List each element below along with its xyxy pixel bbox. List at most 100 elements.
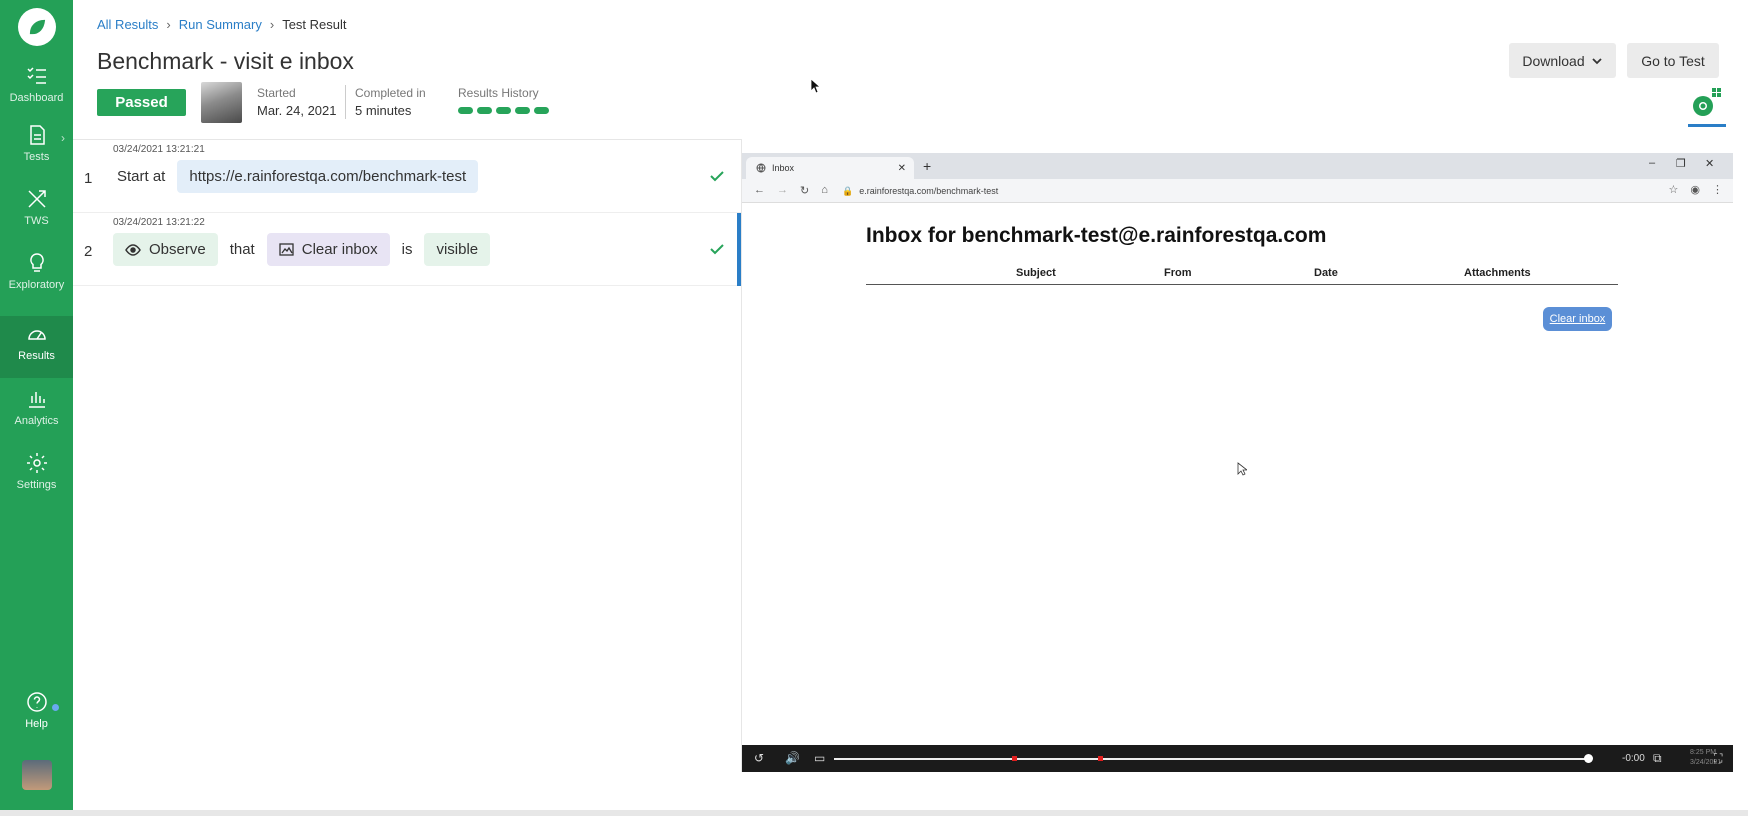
browser-tab[interactable]: Inbox ✕ <box>746 157 914 179</box>
volume-icon[interactable]: 🔊 <box>785 751 800 765</box>
divider <box>0 810 1748 816</box>
history-run-pass[interactable] <box>534 107 549 114</box>
home-icon[interactable]: ⌂ <box>821 184 828 197</box>
sidebar: Dashboard Tests › TWS Exploratory Result… <box>0 0 73 816</box>
rainforest-logo-icon[interactable] <box>18 8 56 46</box>
started-value: Mar. 24, 2021 <box>257 103 337 118</box>
mouse-cursor-icon <box>1237 462 1247 476</box>
sidebar-item-label: Settings <box>16 479 57 491</box>
step-element-label: Clear inbox <box>301 241 378 258</box>
help-button[interactable]: Help <box>0 690 73 740</box>
breadcrumb-all-results[interactable]: All Results <box>97 17 158 32</box>
step-number: 2 <box>84 243 93 260</box>
started-label: Started <box>257 86 296 100</box>
video-player[interactable]: Inbox ✕ + – ❐ ✕ ← → ↻ ⌂ 🔒 e.rainforestqa… <box>741 139 1733 772</box>
status-badge: Passed <box>97 89 186 116</box>
history-run-pass[interactable] <box>515 107 530 114</box>
menu-icon[interactable]: ⋮ <box>1712 183 1723 196</box>
step-timestamp: 03/24/2021 13:21:21 <box>113 144 205 155</box>
breadcrumb-separator: › <box>269 17 275 32</box>
results-history-label: Results History <box>458 86 539 100</box>
step-state-chip[interactable]: visible <box>424 233 491 266</box>
divider <box>345 85 346 119</box>
step-action-chip[interactable]: Observe <box>113 233 218 266</box>
steps-list: 03/24/2021 13:21:21 1 Start at https://e… <box>73 139 741 809</box>
sidebar-item-tws[interactable]: TWS <box>0 181 73 243</box>
time-remaining: -0:00 <box>1622 753 1645 764</box>
document-icon <box>29 125 45 145</box>
breadcrumb-run-summary[interactable]: Run Summary <box>179 17 262 32</box>
page-title: Benchmark - visit e inbox <box>97 48 354 74</box>
step-number: 1 <box>84 170 93 187</box>
star-icon[interactable]: ☆ <box>1669 183 1679 196</box>
url-field[interactable]: 🔒 e.rainforestqa.com/benchmark-test <box>842 183 1682 199</box>
browser-tab-indicator <box>1688 124 1726 127</box>
breadcrumb-current: Test Result <box>282 17 347 32</box>
step-action-label: Observe <box>149 241 206 258</box>
sidebar-item-exploratory[interactable]: Exploratory <box>0 245 73 307</box>
user-avatar[interactable] <box>22 760 52 790</box>
new-tab-icon[interactable]: + <box>923 158 931 174</box>
step-marker[interactable] <box>1012 756 1017 761</box>
sidebar-item-tests[interactable]: Tests › <box>0 117 73 179</box>
picture-in-picture-icon[interactable]: ⧉ <box>1653 751 1662 766</box>
step-url-chip[interactable]: https://e.rainforestqa.com/benchmark-tes… <box>177 160 479 193</box>
completed-label: Completed in <box>355 86 426 100</box>
globe-icon <box>756 163 766 173</box>
browser-address-bar: ← → ↻ ⌂ 🔒 e.rainforestqa.com/benchmark-t… <box>742 179 1733 203</box>
step-row[interactable]: 03/24/2021 13:21:22 2 Observe that Clear… <box>73 213 741 286</box>
sidebar-item-dashboard[interactable]: Dashboard <box>0 58 73 120</box>
clear-inbox-button[interactable]: Clear inbox <box>1543 307 1612 331</box>
step-row[interactable]: 03/24/2021 13:21:21 1 Start at https://e… <box>73 140 741 213</box>
checklist-icon <box>26 67 46 84</box>
step-marker[interactable] <box>1098 756 1103 761</box>
column-date: Date <box>1314 267 1338 279</box>
column-attachments: Attachments <box>1464 267 1531 279</box>
help-icon <box>26 692 47 712</box>
chevron-right-icon[interactable]: › <box>61 131 65 145</box>
close-icon[interactable]: ✕ <box>898 163 906 174</box>
reload-icon[interactable]: ↻ <box>800 184 809 197</box>
progress-knob[interactable] <box>1584 754 1593 763</box>
image-icon <box>279 243 294 256</box>
history-run-pass[interactable] <box>458 107 473 114</box>
close-window-icon[interactable]: ✕ <box>1705 157 1714 170</box>
sidebar-item-label: Exploratory <box>8 279 65 291</box>
replay-icon[interactable]: ↺ <box>754 751 764 765</box>
inbox-heading: Inbox for benchmark-test@e.rainforestqa.… <box>866 224 1327 247</box>
chrome-windows-icon[interactable] <box>1690 88 1721 118</box>
step-element-chip[interactable]: Clear inbox <box>266 233 390 266</box>
bar-chart-icon <box>28 392 45 408</box>
column-from: From <box>1164 267 1192 279</box>
sidebar-item-label: Analytics <box>14 415 59 427</box>
download-label: Download <box>1522 52 1585 69</box>
gear-icon <box>26 453 47 473</box>
sidebar-item-results[interactable]: Results <box>0 316 73 378</box>
eye-icon <box>125 243 141 256</box>
chevron-down-icon <box>1591 57 1602 64</box>
go-to-test-button[interactable]: Go to Test <box>1627 43 1719 78</box>
step-connector: that <box>229 241 255 258</box>
lock-icon: 🔒 <box>842 185 854 196</box>
profile-icon[interactable]: ◉ <box>1690 183 1700 196</box>
mouse-cursor-icon <box>810 78 820 94</box>
sidebar-item-settings[interactable]: Settings <box>0 445 73 507</box>
step-timestamp: 03/24/2021 13:21:22 <box>113 217 205 228</box>
minimize-icon[interactable]: – <box>1649 157 1655 169</box>
lightbulb-icon <box>29 253 44 272</box>
notification-dot <box>52 704 59 711</box>
restore-icon[interactable]: ❐ <box>1676 157 1686 170</box>
sidebar-item-label: Results <box>18 350 55 362</box>
history-run-pass[interactable] <box>496 107 511 114</box>
download-button[interactable]: Download <box>1509 43 1616 78</box>
sidebar-item-analytics[interactable]: Analytics <box>0 381 73 443</box>
completed-value: 5 minutes <box>355 103 412 118</box>
forward-icon[interactable]: → <box>777 184 788 197</box>
caption-icon[interactable]: ▭ <box>814 751 825 765</box>
browser-tabbar: Inbox ✕ + – ❐ ✕ <box>742 153 1733 179</box>
fullscreen-icon[interactable]: ⛶ <box>1714 751 1722 766</box>
back-icon[interactable]: ← <box>754 184 765 197</box>
progress-track[interactable] <box>834 758 1588 760</box>
checkmark-icon <box>710 171 724 182</box>
history-run-pass[interactable] <box>477 107 492 114</box>
